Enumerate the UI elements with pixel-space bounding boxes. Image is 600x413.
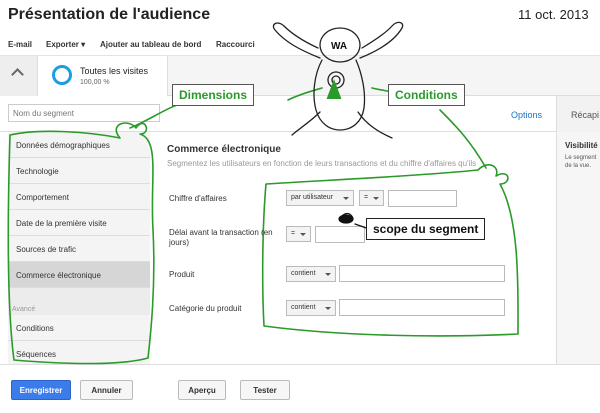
- category-value-input[interactable]: [339, 299, 505, 316]
- section-description: Segmentez les utilisateurs en fonction d…: [167, 159, 477, 168]
- revenue-operator-select[interactable]: =: [359, 190, 384, 206]
- export-label: Exporter: [46, 40, 79, 49]
- date-label: 11 oct. 2013: [514, 4, 600, 26]
- sidebar-item-label: Données démographiques: [16, 141, 110, 150]
- recap-tab-label: Récapi: [571, 110, 600, 120]
- sidebar-item-label: Conditions: [16, 324, 54, 333]
- product-operator-select[interactable]: contient: [286, 266, 336, 282]
- footer-actions: Enregistrer Annuler Aperçu Tester: [0, 364, 600, 413]
- delay-value-input[interactable]: [315, 226, 365, 243]
- report-toolbar: E-mail Exporter ▾ Ajouter au tableau de …: [0, 34, 600, 56]
- revenue-scope-value: par utilisateur: [291, 194, 334, 201]
- sidebar-item-label: Technologie: [16, 167, 59, 176]
- sidebar-item-technology[interactable]: Technologie: [8, 158, 150, 184]
- segment-sidebar: Données démographiques Technologie Compo…: [8, 132, 150, 367]
- delay-operator-select[interactable]: =: [286, 226, 311, 242]
- transaction-delay-label: Délai avant la transaction (en jours): [169, 228, 273, 247]
- email-link[interactable]: E-mail: [8, 40, 32, 49]
- collapse-button[interactable]: [0, 56, 38, 96]
- revenue-label: Chiffre d'affaires: [169, 194, 227, 203]
- options-link[interactable]: Options: [511, 110, 542, 120]
- sidebar-item-label: Sources de trafic: [16, 245, 77, 254]
- conditions-callout: Conditions: [388, 84, 465, 106]
- shortcuts-link[interactable]: Raccourci: [216, 40, 255, 49]
- sidebar-item-traffic-sources[interactable]: Sources de trafic: [8, 236, 150, 262]
- preview-button[interactable]: Aperçu: [178, 380, 226, 400]
- chevron-down-icon: [343, 197, 349, 200]
- recap-tab[interactable]: Récapi: [556, 96, 600, 132]
- sidebar-item-behavior[interactable]: Comportement: [8, 184, 150, 210]
- revenue-value-input[interactable]: [388, 190, 457, 207]
- segment-summary-row: Toutes les visites 100,00 %: [0, 56, 600, 96]
- visits-label: Toutes les visites: [80, 66, 149, 76]
- segment-name-input[interactable]: [8, 104, 160, 122]
- sidebar-item-label: Séquences: [16, 350, 57, 359]
- summary-panel: Visibilité Le segment de la vue.: [556, 132, 600, 364]
- sidebar-item-label: Comportement: [16, 193, 69, 202]
- scope-callout: scope du segment: [366, 218, 486, 240]
- chevron-down-icon: [325, 307, 331, 310]
- chevron-down-icon: [325, 273, 331, 276]
- chevron-down-icon: [300, 233, 306, 236]
- sidebar-item-conditions[interactable]: Conditions: [8, 315, 150, 341]
- product-category-label: Catégorie du produit: [169, 304, 242, 313]
- visits-percent: 100,00 %: [80, 79, 110, 86]
- all-visits-card[interactable]: Toutes les visites 100,00 %: [38, 56, 168, 96]
- product-value-input[interactable]: [339, 265, 505, 282]
- advanced-section-label: Avancé: [12, 306, 36, 313]
- ecommerce-form: Commerce électronique Segmentez les util…: [150, 132, 556, 364]
- chevron-down-icon: ▾: [81, 40, 86, 49]
- chevron-up-icon: [11, 68, 24, 81]
- add-dashboard-link[interactable]: Ajouter au tableau de bord: [100, 40, 201, 49]
- product-operator-value: contient: [291, 270, 316, 277]
- sidebar-item-demographics[interactable]: Données démographiques: [8, 132, 150, 158]
- cancel-button[interactable]: Annuler: [80, 380, 133, 400]
- page-title: Présentation de l'audience: [8, 6, 211, 23]
- test-button[interactable]: Tester: [240, 380, 290, 400]
- section-title: Commerce électronique: [167, 144, 281, 155]
- revenue-scope-select[interactable]: par utilisateur: [286, 190, 354, 206]
- chevron-down-icon: [373, 197, 379, 200]
- sidebar-item-label: Commerce électronique: [16, 271, 101, 280]
- sidebar-item-label: Date de la première visite: [16, 219, 107, 228]
- sidebar-item-ecommerce[interactable]: Commerce électronique: [8, 262, 150, 288]
- visibility-title: Visibilité: [565, 141, 598, 150]
- segment-ring-icon: [52, 65, 72, 85]
- save-button[interactable]: Enregistrer: [11, 380, 71, 400]
- export-menu[interactable]: Exporter ▾: [46, 40, 85, 49]
- revenue-operator-value: =: [364, 194, 369, 201]
- category-operator-select[interactable]: contient: [286, 300, 336, 316]
- delay-operator-value: =: [291, 230, 296, 237]
- segment-name-bar: Options Récapi: [0, 96, 600, 132]
- sidebar-item-first-visit[interactable]: Date de la première visite: [8, 210, 150, 236]
- visibility-text: Le segment de la vue.: [565, 155, 597, 169]
- category-operator-value: contient: [291, 304, 316, 311]
- product-label: Produit: [169, 270, 195, 279]
- title-bar: Présentation de l'audience 11 oct. 2013: [0, 0, 600, 30]
- dimensions-callout: Dimensions: [172, 84, 255, 106]
